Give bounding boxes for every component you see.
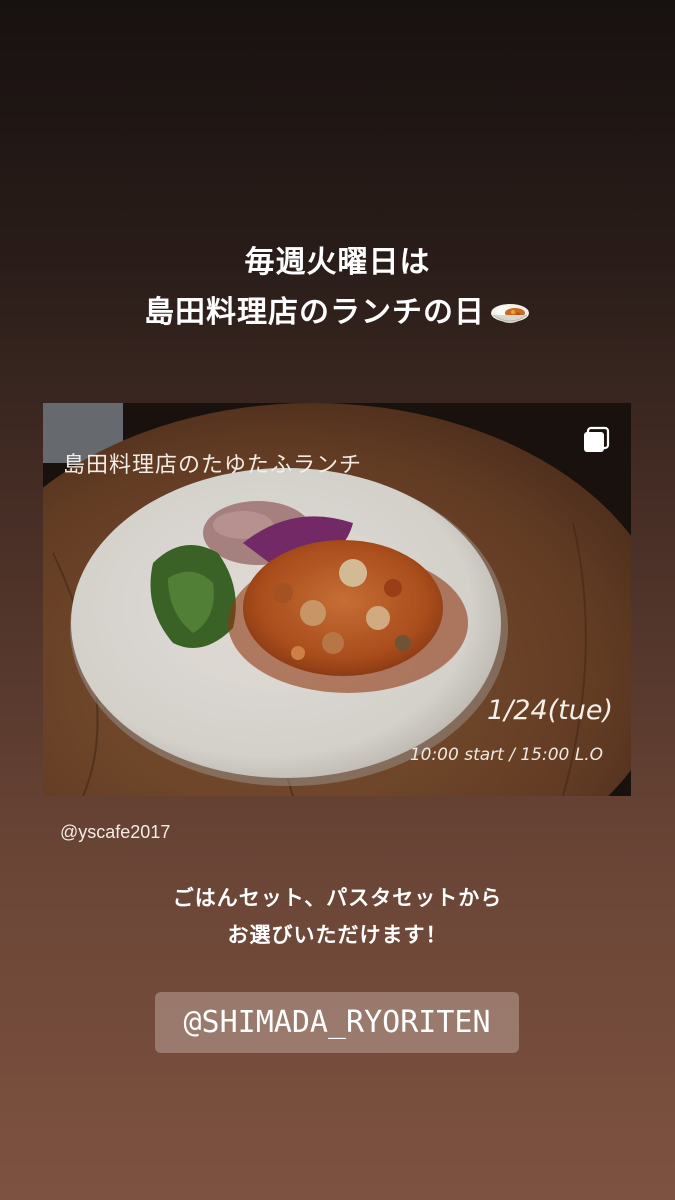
- subtext-line-2: お選びいただけます！: [227, 923, 448, 947]
- headline-line-1: 毎週火曜日は: [244, 245, 431, 280]
- story-headline: 毎週火曜日は 島田料理店のランチの日: [0, 238, 675, 338]
- post-date: 1/24(tue): [486, 695, 613, 726]
- mention-sticker[interactable]: @SHIMADA_RYORITEN: [155, 992, 519, 1053]
- headline-line-2-text: 島田料理店のランチの日: [144, 295, 485, 330]
- post-overlay-title: 島田料理店のたゆたふランチ: [63, 453, 363, 478]
- shared-post-card[interactable]: 島田料理店のたゆたふランチ 1/24(tue) 10:00 start / 15…: [43, 403, 631, 796]
- subtext-line-1: ごはんセット、パスタセットから: [172, 886, 503, 910]
- headline-line-2: 島田料理店のランチの日: [0, 288, 675, 338]
- post-author-link[interactable]: @yscafe2017: [60, 822, 170, 843]
- carousel-icon: [584, 426, 610, 452]
- story-subtext: ごはんセット、パスタセットから お選びいただけます！: [0, 880, 675, 954]
- post-time: 10:00 start / 15:00 L.O: [409, 745, 603, 765]
- curry-rice-icon: [491, 303, 529, 323]
